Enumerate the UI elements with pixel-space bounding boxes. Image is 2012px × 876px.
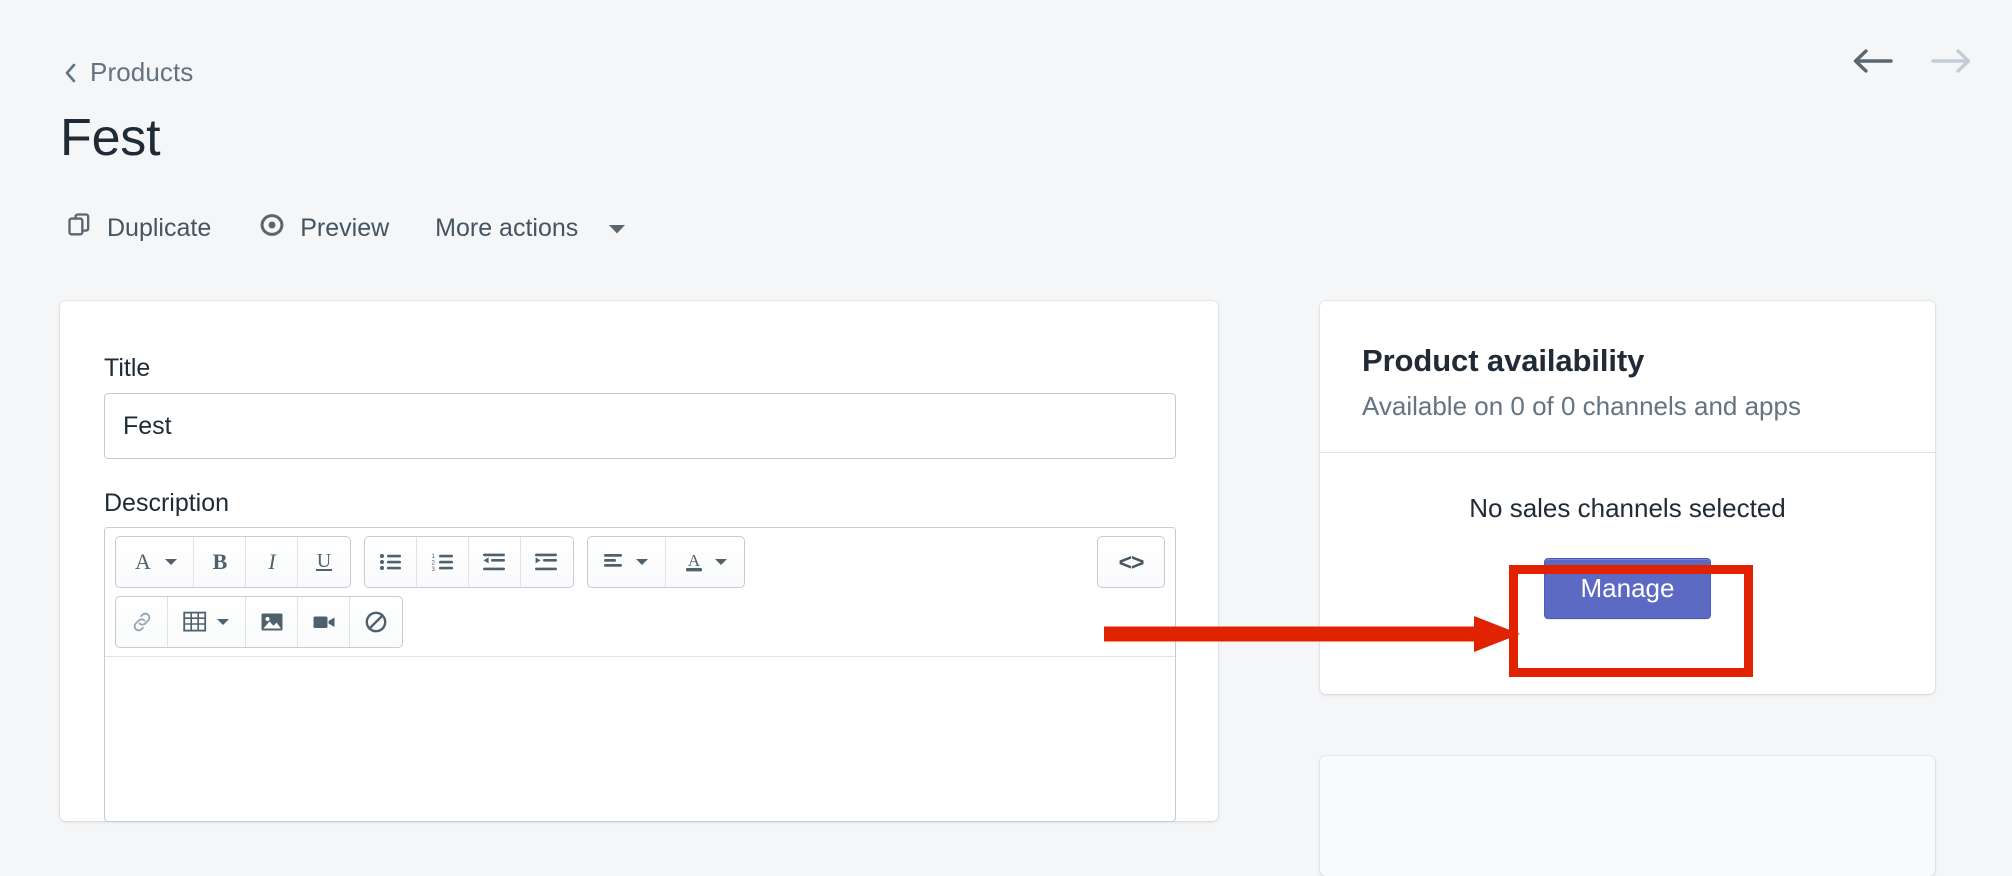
preview-button[interactable]: Preview (251, 205, 407, 252)
code-view-button[interactable]: <> (1097, 536, 1165, 588)
svg-text:2: 2 (431, 560, 435, 566)
editor-group-insert (115, 596, 403, 648)
svg-text:A: A (135, 550, 151, 574)
eye-icon (257, 211, 287, 246)
table-icon (183, 611, 207, 633)
manage-button[interactable]: Manage (1543, 558, 1712, 619)
text-color-icon: A (683, 550, 705, 574)
indent-icon (535, 552, 559, 572)
product-availability-card: Product availability Available on 0 of 0… (1320, 301, 1935, 694)
title-input[interactable] (104, 393, 1176, 459)
description-label: Description (104, 489, 230, 517)
availability-subtitle: Available on 0 of 0 channels and apps (1362, 391, 1801, 421)
svg-text:A: A (687, 551, 700, 570)
indent-button[interactable] (521, 537, 573, 587)
editor-group-align-color: A (587, 536, 745, 588)
page-title: Fest (60, 109, 161, 167)
numbered-list-button[interactable]: 1 2 3 (417, 537, 469, 587)
bold-icon: B (208, 550, 232, 574)
chevron-left-icon (62, 62, 78, 84)
page-actions: Duplicate Preview More actions (60, 205, 645, 252)
numbered-list-icon: 1 2 3 (431, 552, 455, 572)
chevron-down-icon (164, 557, 178, 567)
insert-video-button[interactable] (298, 597, 350, 647)
text-color-button[interactable]: A (666, 537, 744, 587)
breadcrumb-label: Products (90, 57, 194, 87)
align-left-icon (604, 552, 626, 572)
breadcrumb[interactable]: Products (62, 57, 193, 88)
italic-icon: I (260, 550, 284, 574)
editor-group-text-style: A B I U (115, 536, 351, 588)
bold-button[interactable]: B (194, 537, 246, 587)
editor-toolbar-row-2 (105, 596, 1175, 656)
chevron-down-icon (216, 617, 230, 627)
arrow-left-icon[interactable] (1850, 46, 1894, 81)
align-button[interactable] (588, 537, 666, 587)
bulleted-list-icon (379, 552, 403, 572)
svg-text:B: B (212, 550, 227, 574)
insert-image-button[interactable] (246, 597, 298, 647)
duplicate-icon (66, 211, 94, 246)
duplicate-label: Duplicate (107, 214, 212, 242)
clear-formatting-button[interactable] (350, 597, 402, 647)
svg-text:I: I (267, 550, 277, 574)
editor-toolbar-row-1: A B I U 1 2 3 A <> (105, 528, 1175, 596)
title-label: Title (104, 354, 151, 382)
no-symbol-icon (364, 610, 388, 634)
preview-label: Preview (300, 214, 390, 242)
chevron-down-icon (714, 557, 728, 567)
font-a-icon: A (131, 550, 155, 574)
outdent-button[interactable] (469, 537, 521, 587)
image-icon (260, 611, 284, 633)
format-style-button[interactable]: A (116, 537, 194, 587)
editor-group-lists: 1 2 3 (364, 536, 574, 588)
bulleted-list-button[interactable] (365, 537, 417, 587)
record-pagination (1850, 46, 1974, 81)
duplicate-button[interactable]: Duplicate (60, 205, 229, 252)
insert-table-button[interactable] (168, 597, 246, 647)
underline-icon: U (312, 550, 336, 574)
product-details-card: Title Description A (60, 301, 1218, 822)
arrow-right-icon[interactable] (1930, 46, 1974, 81)
no-channels-message: No sales channels selected (1469, 493, 1786, 523)
link-icon (130, 611, 154, 633)
more-actions-label: More actions (435, 214, 579, 242)
insert-link-button[interactable] (116, 597, 168, 647)
outdent-icon (482, 552, 507, 572)
svg-text:U: U (317, 550, 332, 572)
caret-down-icon (607, 214, 627, 243)
secondary-sidebar-card (1320, 756, 1935, 876)
svg-text:3: 3 (431, 567, 435, 572)
underline-button[interactable]: U (298, 537, 350, 587)
description-editor: A B I U 1 2 3 A <> (104, 527, 1176, 822)
chevron-down-icon (635, 557, 649, 567)
page-header: Products Fest Duplicate Preview More act… (0, 0, 2012, 290)
product-detail-page: Products Fest Duplicate Preview More act… (0, 0, 2012, 876)
more-actions-button[interactable]: More actions (429, 208, 645, 249)
italic-button[interactable]: I (246, 537, 298, 587)
manage-button-wrapper: Manage (1320, 558, 1935, 619)
video-icon (312, 612, 336, 632)
availability-title: Product availability (1362, 343, 1645, 378)
availability-body: No sales channels selected Manage (1320, 453, 1935, 619)
availability-header: Product availability Available on 0 of 0… (1320, 301, 1935, 452)
editor-content-area[interactable] (105, 656, 1175, 777)
svg-text:1: 1 (431, 554, 435, 560)
